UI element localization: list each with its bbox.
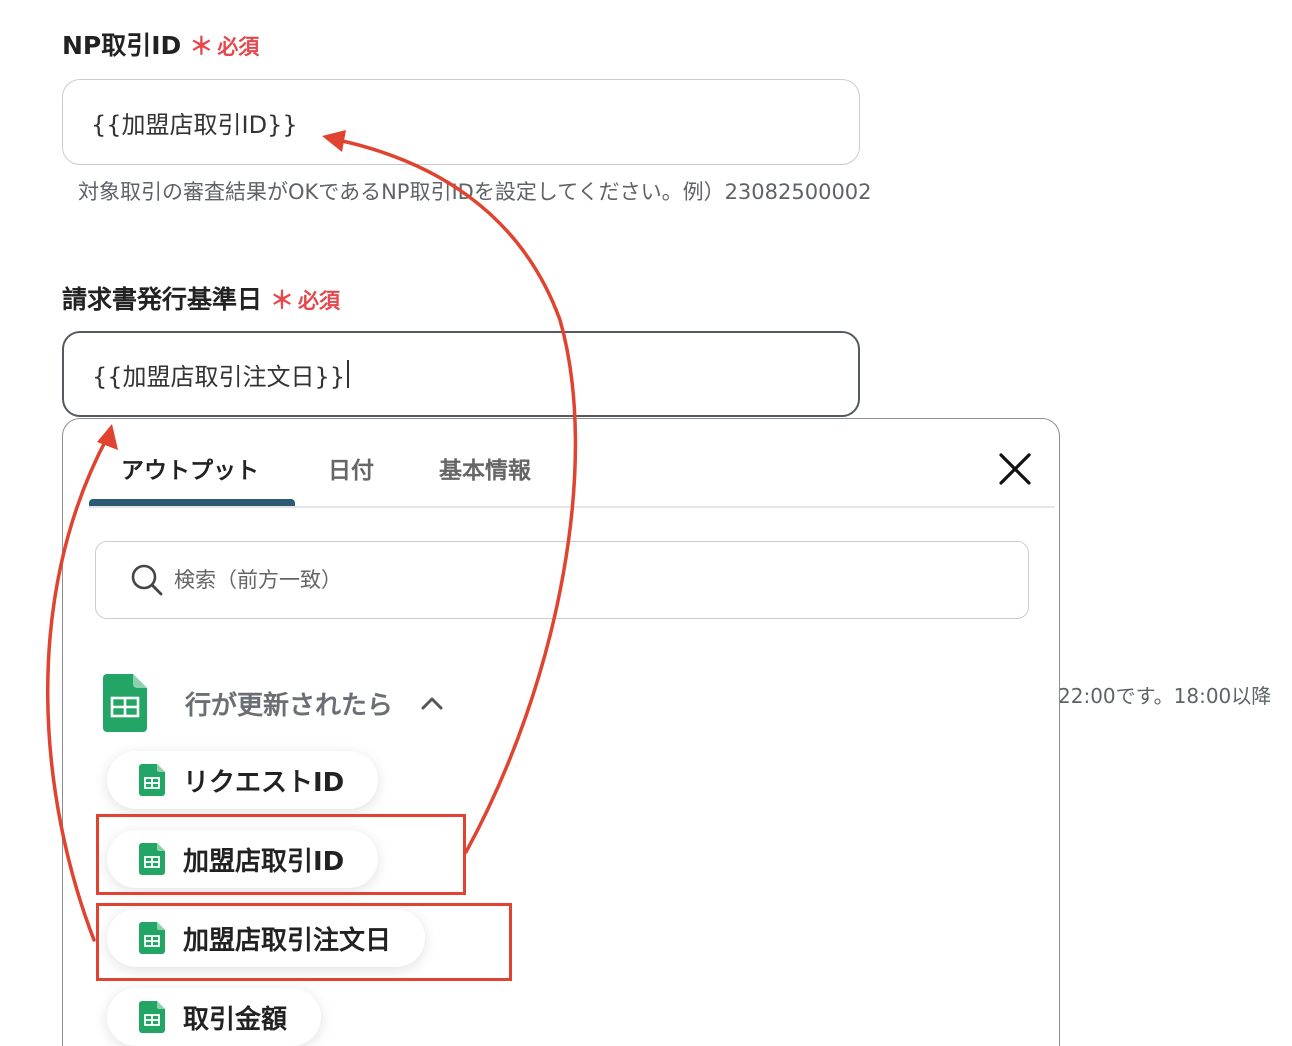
required-badge: ＊必須 [189, 32, 260, 60]
variable-chip-request-id[interactable]: リクエストID [107, 751, 379, 809]
input-value: {{加盟店取引注文日}} [92, 362, 346, 391]
google-sheets-icon [103, 674, 147, 732]
required-badge: ＊必須 [270, 286, 341, 314]
variable-picker-panel: アウトプット 日付 基本情報 行 [62, 418, 1060, 1046]
variable-chip-merchant-order-date[interactable]: 加盟店取引注文日 [107, 909, 426, 967]
input-value: {{加盟店取引ID}} [91, 110, 298, 139]
form-page: NP取引ID ＊必須 {{加盟店取引ID}} 対象取引の審査結果がOKであるNP… [0, 0, 1292, 1046]
active-tab-indicator [89, 499, 295, 506]
search-box [95, 541, 1029, 619]
google-sheets-icon [139, 1001, 165, 1033]
field-label-text: 請求書発行基準日 [62, 285, 263, 314]
google-sheets-icon [139, 764, 165, 796]
np-transaction-id-label: NP取引ID ＊必須 [62, 26, 259, 62]
tab-date[interactable]: 日付 [328, 451, 374, 485]
field-label-text: NP取引ID [62, 31, 182, 60]
tab-divider [89, 506, 1055, 508]
chip-label: 加盟店取引注文日 [183, 925, 392, 956]
np-transaction-id-input[interactable]: {{加盟店取引ID}} [62, 79, 860, 165]
invoice-issue-date-label: 請求書発行基準日 ＊必須 [62, 280, 340, 316]
invoice-issue-date-input[interactable]: {{加盟店取引注文日}} [62, 331, 860, 417]
close-icon[interactable] [995, 449, 1035, 489]
trigger-group-header[interactable]: 行が更新されたら [103, 671, 445, 735]
text-caret [347, 360, 349, 388]
group-title: 行が更新されたら [185, 690, 394, 721]
google-sheets-icon [139, 843, 165, 875]
panel-tabs: アウトプット 日付 基本情報 [63, 419, 1059, 508]
truncated-hint-text: 22:00です。18:00以降 [1058, 684, 1272, 708]
tab-basic-info[interactable]: 基本情報 [439, 451, 531, 485]
chip-label: リクエストID [183, 767, 345, 798]
chip-label: 取引金額 [183, 1004, 288, 1035]
variable-chip-transaction-amount[interactable]: 取引金額 [107, 988, 322, 1046]
np-transaction-id-hint: 対象取引の審査結果がOKであるNP取引IDを設定してください。例）2308250… [78, 180, 872, 204]
chip-label: 加盟店取引ID [183, 846, 345, 877]
chevron-up-icon[interactable] [419, 694, 445, 712]
search-input[interactable] [172, 567, 1016, 593]
search-icon [131, 564, 163, 596]
google-sheets-icon [139, 922, 165, 954]
tab-output[interactable]: アウトプット [121, 451, 259, 485]
variable-chip-merchant-transaction-id[interactable]: 加盟店取引ID [107, 830, 379, 888]
